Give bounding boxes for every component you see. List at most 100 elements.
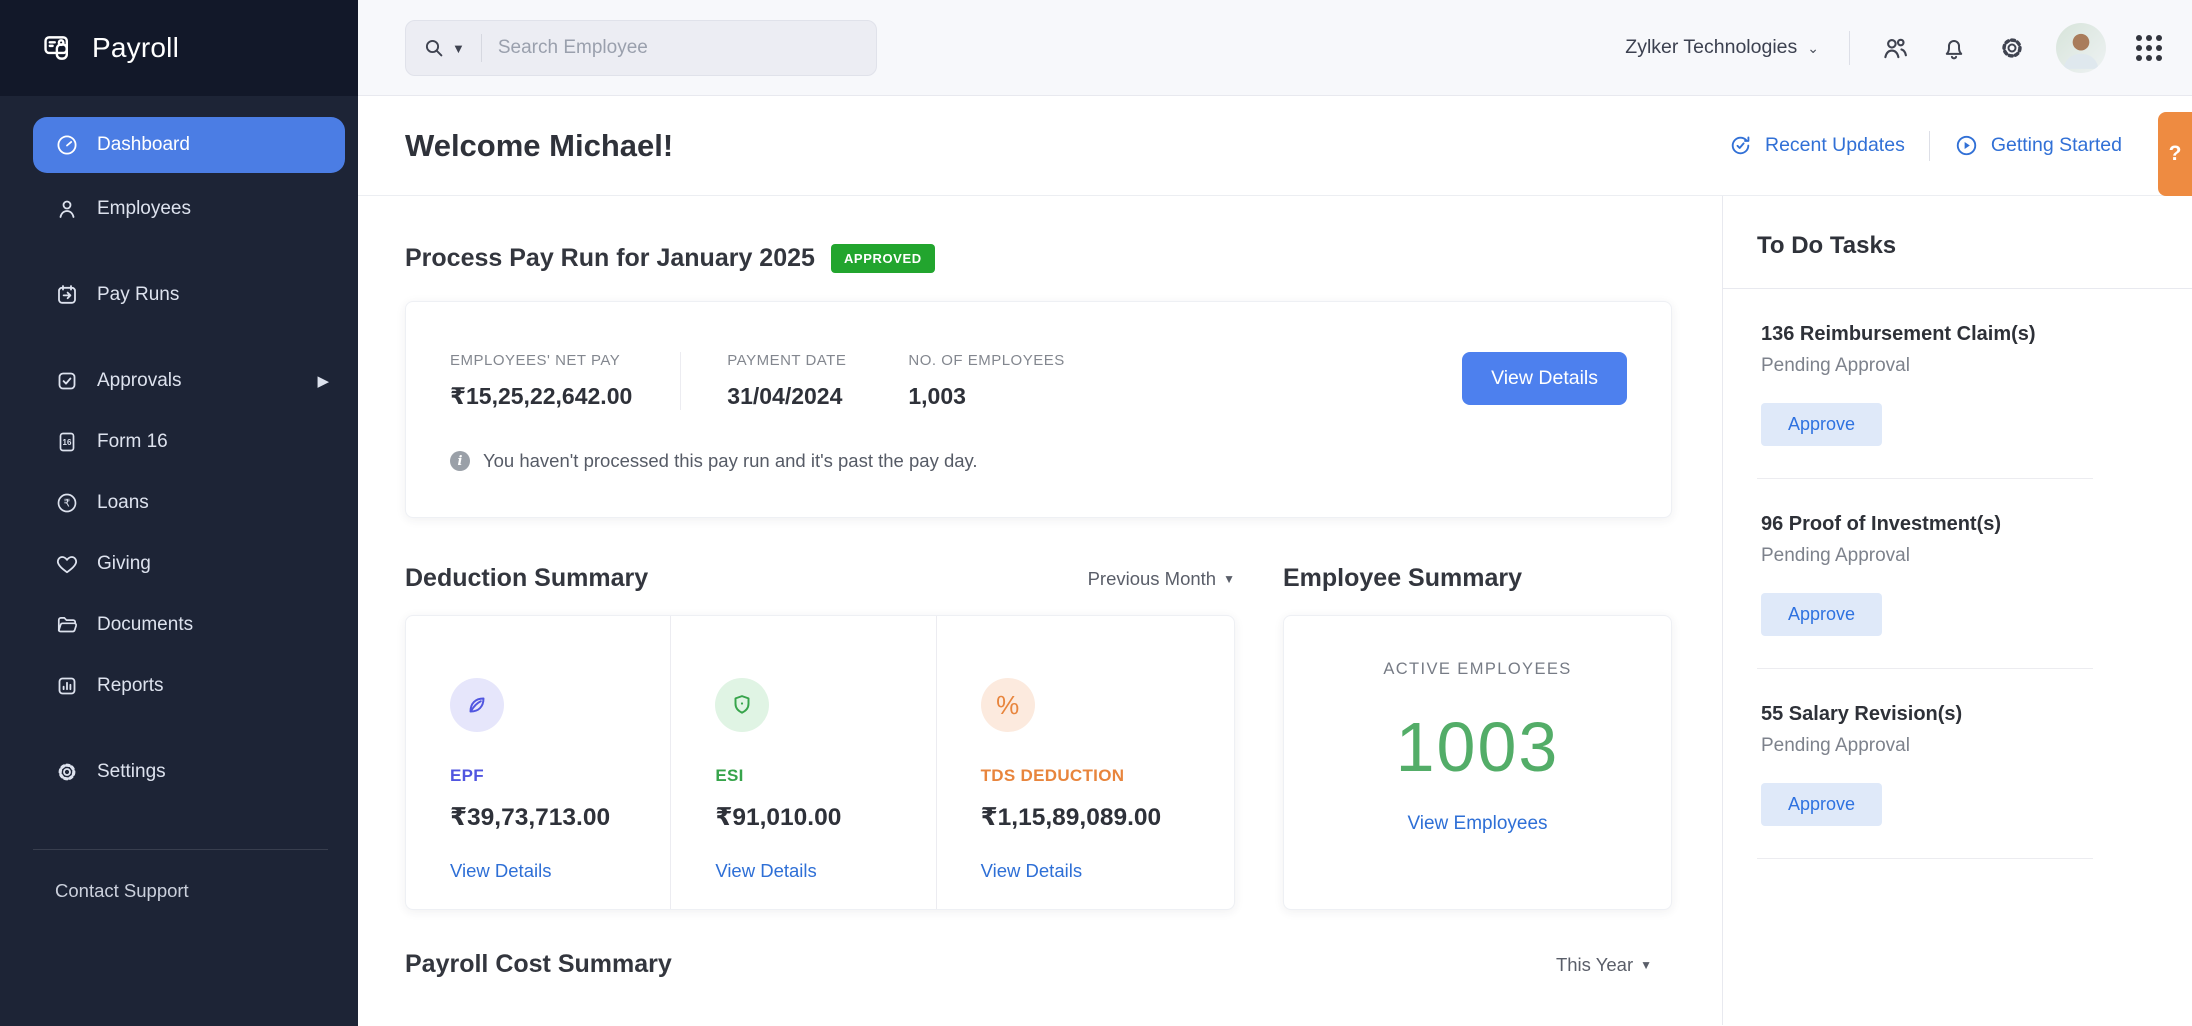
task-divider [1757,858,2093,859]
welcome-row: Welcome Michael! Recent Updates [358,96,2192,196]
view-employees-link[interactable]: View Employees [1407,813,1547,835]
sidebar-item-dashboard[interactable]: Dashboard [33,117,345,173]
shield-icon [715,678,769,732]
payrun-section-head: Process Pay Run for January 2025 APPROVE… [405,244,1672,273]
tds-column: % TDS DEDUCTION ₹1,15,89,089.00 View Det… [937,616,1234,909]
percent-icon: % [981,678,1035,732]
sidebar-item-loans[interactable]: ₹ Loans [33,478,345,528]
employee-summary-head: Employee Summary [1283,564,1672,593]
topbar-actions: Zylker Technologies ⌄ [1625,23,2192,73]
sidebar-item-form-16[interactable]: 16 Form 16 [33,417,345,467]
dashboard-body: Process Pay Run for January 2025 APPROVE… [358,196,1722,1025]
employee-search[interactable]: ▼ [405,20,877,76]
tds-view-details-link[interactable]: View Details [981,860,1082,882]
deduction-summary-card: EPF ₹39,73,713.00 View Details ESI ₹91,0 [405,615,1235,910]
app-logo: Payroll [0,0,358,96]
sidebar-item-reports[interactable]: Reports [33,661,345,711]
sidebar-item-employees[interactable]: Employees [33,184,345,234]
sidebar-item-pay-runs[interactable]: Pay Runs [33,270,345,320]
app-title: Payroll [92,32,179,64]
recent-updates-link[interactable]: Recent Updates [1728,133,1905,158]
sidebar-item-label: Loans [97,492,149,514]
employee-count-label: NO. OF EMPLOYEES [908,352,1064,369]
contact-support-link[interactable]: Contact Support [55,880,358,902]
help-tab-button[interactable]: ? [2158,112,2192,196]
epf-view-details-link[interactable]: View Details [450,860,551,882]
search-icon[interactable] [422,36,446,60]
payroll-cost-title: Payroll Cost Summary [405,950,672,979]
sidebar-item-settings[interactable]: Settings [33,747,345,797]
svg-text:₹: ₹ [64,498,71,510]
bell-icon[interactable] [1940,34,1968,62]
documents-icon [55,613,79,637]
epf-value: ₹39,73,713.00 [450,802,670,832]
sidebar-item-label: Settings [97,761,166,783]
view-details-button[interactable]: View Details [1462,352,1627,405]
getting-started-label: Getting Started [1991,134,2122,157]
sidebar-item-giving[interactable]: Giving [33,539,345,589]
search-input[interactable] [498,37,860,59]
payment-date-value: 31/04/2024 [727,383,846,410]
deduction-summary-head: Deduction Summary Previous Month ▼ [405,564,1235,593]
tds-label: TDS DEDUCTION [981,766,1234,786]
esi-column: ESI ₹91,010.00 View Details [671,616,936,909]
sidebar-item-label: Dashboard [97,134,190,156]
deduction-summary-title: Deduction Summary [405,564,648,593]
sidebar-item-label: Giving [97,553,151,575]
payment-date-field: PAYMENT DATE 31/04/2024 [727,352,846,410]
sidebar-item-label: Employees [97,198,191,220]
apps-grid-icon[interactable] [2136,35,2162,61]
payrun-title: Process Pay Run for January 2025 [405,244,815,273]
esi-value: ₹91,010.00 [715,802,935,832]
main-content: Welcome Michael! Recent Updates [358,96,2192,1026]
payrun-note: i You haven't processed this pay run and… [450,450,1627,472]
caret-down-icon: ▼ [1640,958,1652,972]
reports-icon [55,674,79,698]
topbar: ▼ Zylker Technologies ⌄ [358,0,2192,96]
tds-value: ₹1,15,89,089.00 [981,802,1234,832]
sidebar-item-documents[interactable]: Documents [33,600,345,650]
gear-icon[interactable] [1998,34,2026,62]
info-icon: i [450,451,470,471]
leaf-icon [450,678,504,732]
approve-button[interactable]: Approve [1761,403,1882,446]
esi-view-details-link[interactable]: View Details [715,860,816,882]
employee-count-value: 1,003 [908,383,1064,410]
payroll-cost-period-select[interactable]: This Year ▼ [1556,954,1652,976]
chevron-right-icon: ▶ [317,372,329,390]
task-title: 96 Proof of Investment(s) [1761,513,2192,536]
page-title: Welcome Michael! [405,128,673,164]
active-employees-count: 1003 [1284,707,1671,787]
task-status: Pending Approval [1761,735,2192,757]
org-name: Zylker Technologies [1625,36,1797,59]
deduction-period-value: Previous Month [1088,568,1217,590]
settings-icon [55,760,79,784]
avatar[interactable] [2056,23,2106,73]
getting-started-link[interactable]: Getting Started [1954,133,2122,158]
esi-label: ESI [715,766,935,786]
payrun-card: EMPLOYEES' NET PAY ₹15,25,22,642.00 PAYM… [405,301,1672,518]
recent-updates-icon [1728,133,1753,158]
epf-column: EPF ₹39,73,713.00 View Details [406,616,671,909]
approve-button[interactable]: Approve [1761,783,1882,826]
sidebar-item-label: Form 16 [97,431,168,453]
payroll-cost-head: Payroll Cost Summary This Year ▼ [405,950,1672,979]
deduction-period-select[interactable]: Previous Month ▼ [1088,568,1235,590]
sidebar-item-approvals[interactable]: Approvals ▶ [33,356,345,406]
payrun-note-text: You haven't processed this pay run and i… [483,450,978,472]
task-status: Pending Approval [1761,355,2192,377]
org-switcher[interactable]: Zylker Technologies ⌄ [1625,36,1819,59]
dashboard-icon [55,133,79,157]
approve-button[interactable]: Approve [1761,593,1882,636]
sidebar-item-label: Pay Runs [97,284,179,306]
search-scope-caret-icon[interactable]: ▼ [452,41,465,56]
sidebar-item-label: Documents [97,614,193,636]
status-badge: APPROVED [831,244,935,273]
payroll-logo-icon [42,31,76,65]
todo-task-investments: 96 Proof of Investment(s) Pending Approv… [1723,479,2192,636]
task-status: Pending Approval [1761,545,2192,567]
users-icon[interactable] [1880,33,1910,63]
header-links-divider [1929,131,1930,161]
net-pay-value: ₹15,25,22,642.00 [450,383,632,410]
pay-runs-icon [55,283,79,307]
